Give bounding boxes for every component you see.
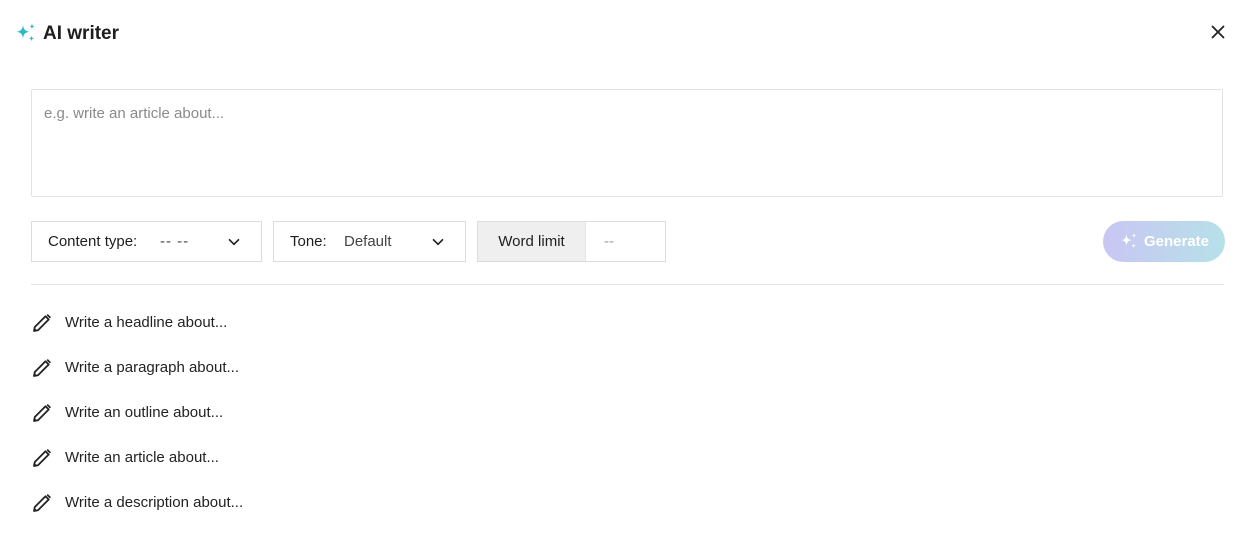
- suggestion-label: Write a headline about...: [65, 314, 228, 331]
- close-button[interactable]: [1208, 22, 1228, 42]
- suggestion-item-description[interactable]: Write a description about...: [31, 480, 243, 525]
- prompt-container: [31, 89, 1223, 197]
- suggestion-item-outline[interactable]: Write an outline about...: [31, 390, 243, 435]
- word-limit-input[interactable]: [586, 222, 665, 261]
- chevron-down-icon: [431, 235, 445, 249]
- pencil-icon: [31, 447, 53, 469]
- word-limit-label: Word limit: [478, 222, 586, 261]
- suggestion-label: Write an article about...: [65, 449, 219, 466]
- tone-label: Tone:: [290, 233, 327, 250]
- word-limit-group: Word limit: [477, 221, 666, 262]
- prompt-input[interactable]: [32, 90, 1222, 196]
- content-type-dropdown[interactable]: Content type: -- --: [31, 221, 262, 262]
- sparkle-icon: [1119, 232, 1139, 252]
- suggestion-item-headline[interactable]: Write a headline about...: [31, 300, 243, 345]
- pencil-icon: [31, 492, 53, 514]
- suggestion-label: Write a paragraph about...: [65, 359, 239, 376]
- tone-dropdown[interactable]: Tone: Default: [273, 221, 466, 262]
- suggestion-label: Write a description about...: [65, 494, 244, 511]
- pencil-icon: [31, 312, 53, 334]
- content-type-label: Content type:: [48, 233, 138, 250]
- pencil-icon: [31, 402, 53, 424]
- suggestion-list: Write a headline about... Write a paragr…: [31, 300, 243, 525]
- suggestion-item-article[interactable]: Write an article about...: [31, 435, 243, 480]
- dialog-header: AI writer: [14, 18, 119, 50]
- content-type-value: -- --: [160, 233, 190, 250]
- suggestion-item-paragraph[interactable]: Write a paragraph about...: [31, 345, 243, 390]
- sparkle-icon: [14, 22, 38, 46]
- chevron-down-icon: [227, 235, 241, 249]
- suggestion-label: Write an outline about...: [65, 404, 224, 421]
- generate-button[interactable]: Generate: [1103, 221, 1225, 262]
- tone-value: Default: [344, 233, 392, 250]
- close-icon: [1211, 25, 1225, 39]
- pencil-icon: [31, 357, 53, 379]
- divider: [31, 284, 1224, 285]
- generate-label: Generate: [1143, 233, 1210, 250]
- dialog-title: AI writer: [43, 23, 120, 44]
